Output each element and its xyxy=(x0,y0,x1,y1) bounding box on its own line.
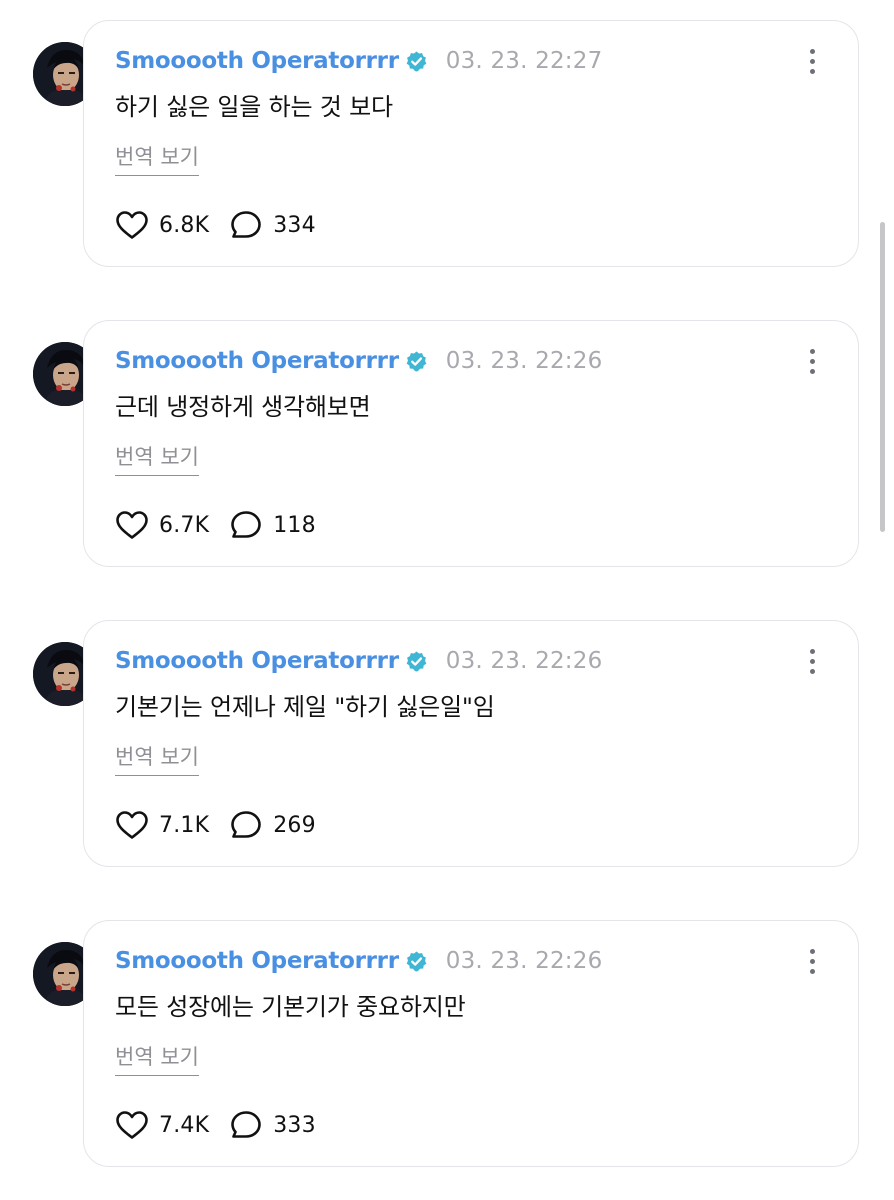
like-button[interactable]: 6.7K xyxy=(115,510,209,540)
verified-badge-icon xyxy=(405,50,428,73)
post-text: 모든 성장에는 기본기가 중요하지만 xyxy=(115,993,466,1021)
like-count: 6.7K xyxy=(159,512,210,538)
reply-button[interactable]: 334 xyxy=(229,210,316,240)
reply-count: 333 xyxy=(273,1112,316,1138)
translate-link[interactable]: 번역 보기 xyxy=(115,141,199,176)
heart-icon xyxy=(116,811,148,839)
post-header: Smooooth Operatorrrr 03. 23. 22:26 xyxy=(115,643,602,679)
like-button[interactable]: 7.1K xyxy=(115,810,209,840)
author-name[interactable]: Smooooth Operatorrrr xyxy=(115,948,399,974)
author-name[interactable]: Smooooth Operatorrrr xyxy=(115,348,399,374)
heart-icon xyxy=(116,1111,148,1139)
post-text: 하기 싫은 일을 하는 것 보다 xyxy=(115,93,393,121)
reply-count: 269 xyxy=(273,812,316,838)
author-name[interactable]: Smooooth Operatorrrr xyxy=(115,648,399,674)
translate-link[interactable]: 번역 보기 xyxy=(115,741,199,776)
speech-bubble-icon xyxy=(231,1111,262,1138)
post-text: 기본기는 언제나 제일 "하기 싫은일"임 xyxy=(115,693,495,721)
post-item[interactable]: Smooooth Operatorrrr 03. 23. 22:26 모든 성장… xyxy=(0,900,894,1200)
translate-link[interactable]: 번역 보기 xyxy=(115,1041,199,1076)
reply-count: 334 xyxy=(273,212,316,238)
post-timestamp: 03. 23. 22:26 xyxy=(445,648,603,674)
author-name[interactable]: Smooooth Operatorrrr xyxy=(115,48,399,74)
post-header: Smooooth Operatorrrr 03. 23. 22:27 xyxy=(115,43,602,79)
post-actions: 6.7K 118 xyxy=(115,507,316,543)
post-actions: 7.4K 333 xyxy=(115,1107,316,1143)
like-button[interactable]: 7.4K xyxy=(115,1110,209,1140)
post-text: 근데 냉정하게 생각해보면 xyxy=(115,393,371,421)
reply-button[interactable]: 333 xyxy=(229,1110,316,1140)
more-vertical-icon[interactable] xyxy=(804,947,822,977)
more-vertical-icon[interactable] xyxy=(804,47,822,77)
post-card: Smooooth Operatorrrr 03. 23. 22:26 근데 냉정… xyxy=(83,320,859,567)
speech-bubble-icon xyxy=(231,511,262,538)
heart-icon xyxy=(116,211,148,239)
like-count: 6.8K xyxy=(159,212,210,238)
verified-badge-icon xyxy=(405,650,428,673)
post-header: Smooooth Operatorrrr 03. 23. 22:26 xyxy=(115,343,602,379)
verified-badge-icon xyxy=(405,350,428,373)
post-actions: 7.1K 269 xyxy=(115,807,316,843)
post-card: Smooooth Operatorrrr 03. 23. 22:27 하기 싫은… xyxy=(83,20,859,267)
reply-button[interactable]: 118 xyxy=(229,510,316,540)
reply-button[interactable]: 269 xyxy=(229,810,316,840)
like-count: 7.4K xyxy=(159,1112,210,1138)
translate-link[interactable]: 번역 보기 xyxy=(115,441,199,476)
post-card: Smooooth Operatorrrr 03. 23. 22:26 모든 성장… xyxy=(83,920,859,1167)
speech-bubble-icon xyxy=(231,811,262,838)
post-timestamp: 03. 23. 22:26 xyxy=(445,348,603,374)
post-item[interactable]: Smooooth Operatorrrr 03. 23. 22:27 하기 싫은… xyxy=(0,0,894,300)
like-button[interactable]: 6.8K xyxy=(115,210,209,240)
verified-badge-icon xyxy=(405,950,428,973)
post-item[interactable]: Smooooth Operatorrrr 03. 23. 22:26 근데 냉정… xyxy=(0,300,894,600)
scrollbar[interactable] xyxy=(880,222,885,532)
post-timestamp: 03. 23. 22:27 xyxy=(445,48,603,74)
like-count: 7.1K xyxy=(159,812,210,838)
reply-count: 118 xyxy=(273,512,316,538)
heart-icon xyxy=(116,511,148,539)
post-item[interactable]: Smooooth Operatorrrr 03. 23. 22:26 기본기는 … xyxy=(0,600,894,900)
post-card: Smooooth Operatorrrr 03. 23. 22:26 기본기는 … xyxy=(83,620,859,867)
post-actions: 6.8K 334 xyxy=(115,207,316,243)
more-vertical-icon[interactable] xyxy=(804,647,822,677)
post-timestamp: 03. 23. 22:26 xyxy=(445,948,603,974)
post-header: Smooooth Operatorrrr 03. 23. 22:26 xyxy=(115,943,602,979)
speech-bubble-icon xyxy=(231,211,262,238)
more-vertical-icon[interactable] xyxy=(804,347,822,377)
